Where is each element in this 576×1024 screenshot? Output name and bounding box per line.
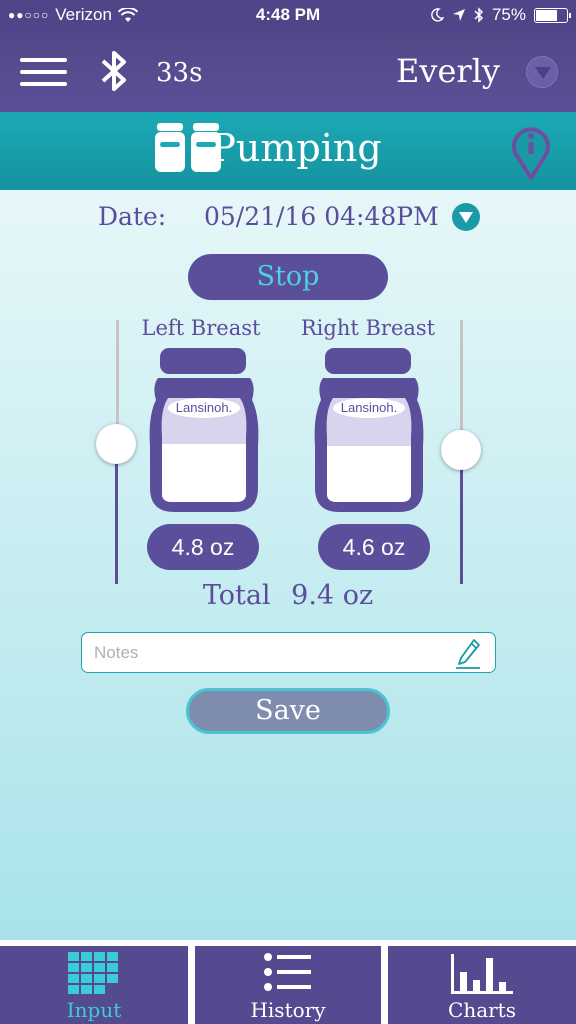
moon-icon [431, 8, 444, 22]
right-slider-track[interactable] [460, 320, 463, 448]
tab-bar: Input History Charts [0, 940, 576, 1024]
left-slider-thumb[interactable] [96, 424, 136, 464]
pencil-icon[interactable] [455, 638, 481, 670]
user-name[interactable]: Everly [396, 52, 500, 90]
user-dropdown-button[interactable] [526, 56, 558, 88]
location-arrow-icon [452, 9, 465, 21]
right-slider-thumb[interactable] [441, 430, 481, 470]
info-pin-icon[interactable] [510, 122, 552, 180]
session-timer: 33s [156, 58, 203, 88]
chevron-down-icon [535, 67, 551, 79]
left-volume-pill[interactable]: 4.8 oz [147, 524, 259, 570]
status-bar: ●●○○○ Verizon 4:48 PM 75% [0, 0, 576, 32]
tab-charts[interactable]: Charts [388, 946, 576, 1024]
keypad-grid-icon [68, 952, 118, 994]
app-bar: 33s Everly [0, 32, 576, 112]
hamburger-menu-icon[interactable] [20, 58, 67, 86]
bluetooth-small-icon [474, 7, 484, 23]
date-value[interactable]: 05/21/16 04:48PM [204, 202, 439, 231]
tab-input[interactable]: Input [0, 946, 188, 1024]
battery-fill [536, 9, 557, 21]
chevron-down-icon [459, 212, 473, 223]
right-bottle: Lansinoh. [314, 348, 424, 512]
bluetooth-icon[interactable] [98, 48, 132, 94]
total-label: Total [202, 580, 271, 611]
left-bottle: Lansinoh. [149, 348, 259, 512]
battery-icon [534, 7, 571, 23]
save-button[interactable]: Save [186, 688, 390, 734]
date-dropdown-button[interactable] [452, 203, 480, 231]
notes-field[interactable] [81, 632, 496, 673]
title-bar: Pumping [0, 112, 576, 190]
left-bottle-brand: Lansinoh. [176, 400, 232, 415]
total-value: 9.4 oz [291, 580, 374, 611]
right-bottle-brand: Lansinoh. [341, 400, 397, 415]
tab-input-label: Input [66, 998, 122, 1022]
pumping-form: Date: 05/21/16 04:48PM Stop Left Breast … [0, 190, 576, 940]
stop-button[interactable]: Stop [188, 254, 388, 300]
list-icon [264, 953, 311, 991]
tab-charts-label: Charts [448, 998, 516, 1022]
battery-percent: 75% [491, 5, 526, 24]
date-label: Date: [98, 202, 167, 231]
tab-history[interactable]: History [195, 946, 381, 1024]
left-slider-fill[interactable] [115, 444, 118, 584]
bar-chart-icon [451, 954, 513, 994]
notes-input[interactable] [94, 639, 444, 667]
tab-history-label: History [250, 998, 326, 1022]
right-slider-fill[interactable] [460, 452, 463, 584]
page-title: Pumping [210, 126, 382, 170]
total-row: Total 9.4 oz [0, 580, 576, 611]
left-breast-label: Left Breast [141, 316, 261, 340]
right-breast-label: Right Breast [300, 316, 436, 340]
right-volume-pill[interactable]: 4.6 oz [318, 524, 430, 570]
